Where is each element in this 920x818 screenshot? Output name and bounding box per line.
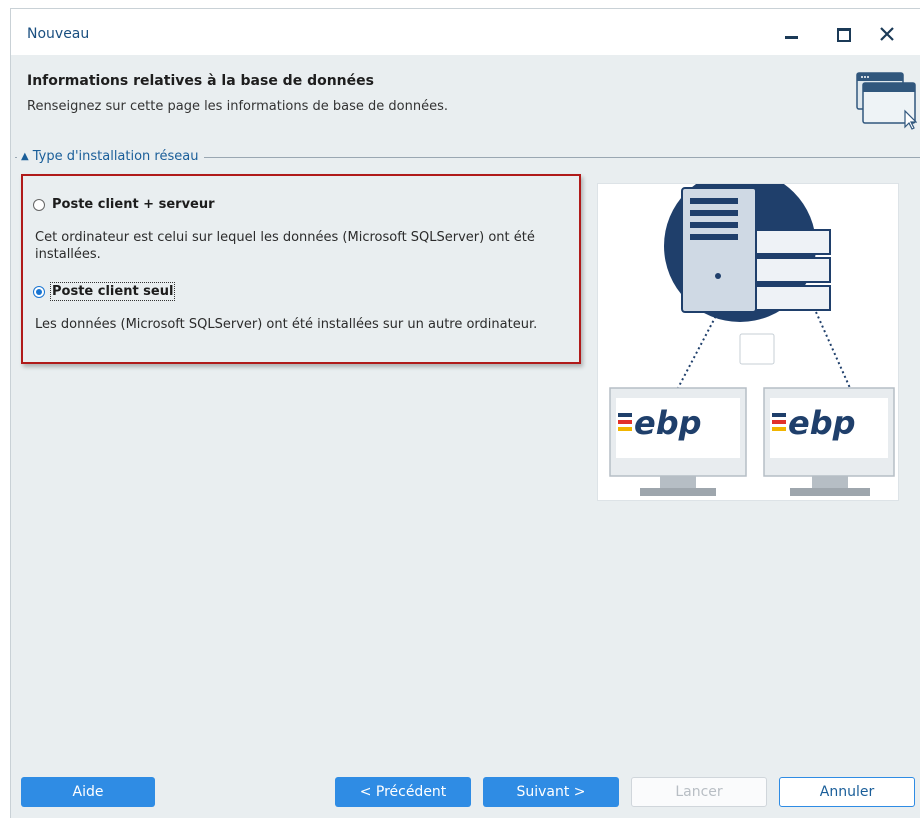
ebp-logo-text: ebp bbox=[788, 404, 856, 442]
option-label: Poste client + serveur bbox=[52, 197, 215, 212]
page-subtitle: Renseignez sur cette page les informatio… bbox=[27, 99, 448, 114]
title-bar: Nouveau bbox=[11, 9, 920, 55]
next-button[interactable]: Suivant > bbox=[483, 777, 619, 807]
close-button[interactable] bbox=[869, 17, 905, 49]
new-database-wizard-window: Nouveau Informations relatives à la base… bbox=[10, 8, 920, 818]
section-toggle-network-type[interactable]: ▲ Type d'installation réseau bbox=[17, 149, 205, 164]
launch-button[interactable]: Lancer bbox=[631, 777, 767, 807]
chevron-up-icon: ▲ bbox=[21, 151, 29, 162]
page-title: Informations relatives à la base de donn… bbox=[27, 73, 374, 89]
maximize-button[interactable] bbox=[825, 17, 861, 49]
section-label: Type d'installation réseau bbox=[32, 149, 199, 164]
radio-option-client-server[interactable]: Poste client + serveur bbox=[33, 197, 215, 212]
network-illustration: ebp ebp bbox=[597, 183, 899, 501]
option-label: Poste client seul bbox=[49, 282, 176, 301]
network-cable-right bbox=[815, 311, 851, 389]
cancel-button[interactable]: Annuler bbox=[779, 777, 915, 807]
wizard-window-icon bbox=[856, 72, 917, 130]
client-monitor-right: ebp bbox=[763, 387, 895, 496]
option-description: Cet ordinateur est celui sur lequel les … bbox=[35, 230, 535, 262]
ebp-logo-text: ebp bbox=[634, 404, 702, 442]
help-button[interactable]: Aide bbox=[21, 777, 155, 807]
client-monitor-left: ebp bbox=[609, 387, 747, 496]
radio-button-client-only[interactable] bbox=[33, 285, 45, 298]
network-cable-left bbox=[677, 311, 719, 389]
previous-button[interactable]: < Précédent bbox=[335, 777, 471, 807]
radio-button-client-server[interactable] bbox=[33, 198, 45, 211]
window-title: Nouveau bbox=[27, 26, 90, 42]
close-icon bbox=[880, 27, 894, 41]
radio-option-client-only[interactable]: Poste client seul bbox=[33, 282, 176, 301]
installation-options-group: Poste client + serveur Cet ordinateur es… bbox=[21, 174, 581, 364]
minimize-button[interactable] bbox=[773, 17, 809, 49]
option-description: Les données (Microsoft SQLServer) ont ét… bbox=[35, 317, 538, 332]
